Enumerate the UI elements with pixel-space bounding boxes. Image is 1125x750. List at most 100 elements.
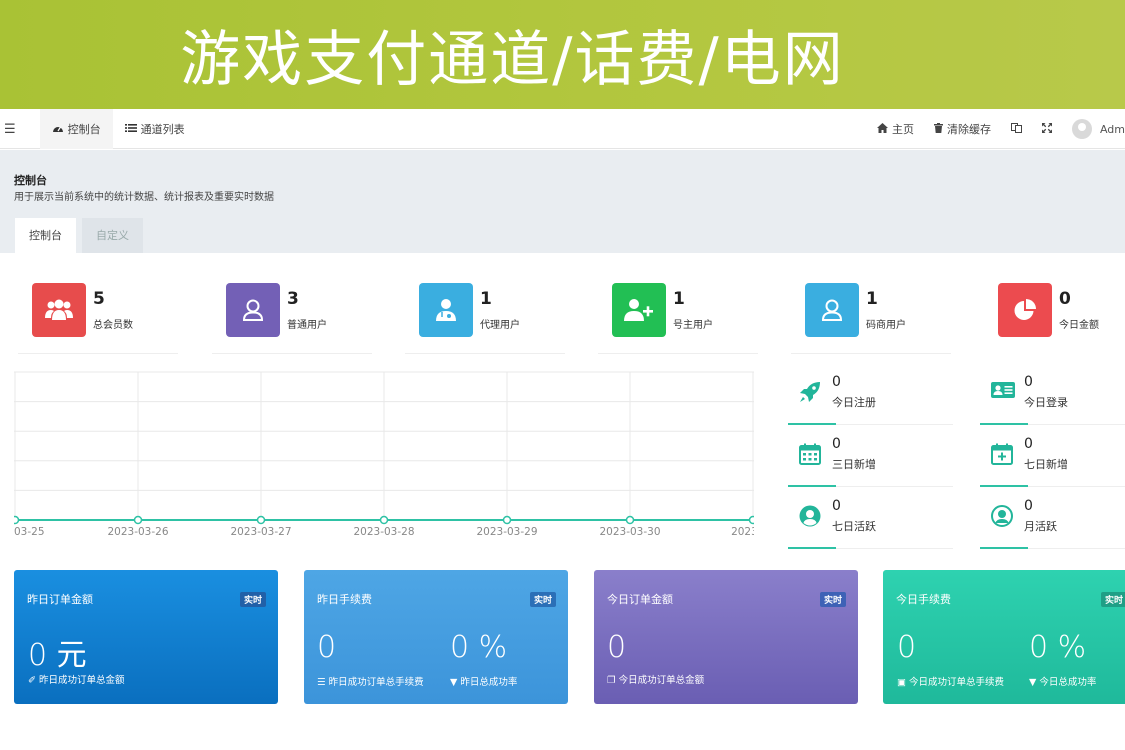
- clear-cache-button[interactable]: 清除缓存: [924, 109, 1001, 149]
- data-point: [133, 515, 143, 525]
- card-sub-label: 今日成功订单总手续费: [909, 677, 1005, 688]
- divider: [212, 353, 372, 354]
- tab-console[interactable]: 控制台: [15, 218, 76, 253]
- mini-stat-today-login: 0 今日登录: [980, 372, 1125, 425]
- magic-icon: ✐: [28, 675, 36, 686]
- data-point: [256, 515, 266, 525]
- card-sub-label: 今日成功订单总金额: [618, 675, 705, 686]
- stat-value: 1: [866, 289, 878, 309]
- mini-value: 0: [832, 436, 841, 452]
- card-rate: 0 %: [450, 630, 508, 665]
- clone-icon: ❐: [607, 675, 616, 686]
- mini-stat-today-register: 0 今日注册: [788, 372, 953, 425]
- user-plus-icon: [612, 283, 666, 337]
- stat-value: 1: [480, 289, 492, 309]
- header-tabs: 控制台 自定义: [15, 218, 143, 253]
- top-navbar: ☰ 控制台 通道列表 主页 清除缓存 Adm: [0, 109, 1125, 149]
- x-tick-label: 2023-03: [731, 526, 754, 538]
- stat-total-members: 5 总会员数: [18, 283, 182, 354]
- stat-label: 号主用户: [673, 320, 713, 331]
- user-doctor-icon: [419, 283, 473, 337]
- calendar-plus-icon: [990, 442, 1014, 466]
- card-title: 昨日订单金额: [27, 593, 93, 606]
- card-rate: 0 %: [1029, 630, 1087, 665]
- divider: [788, 547, 953, 549]
- mini-label: 七日新增: [1024, 458, 1068, 471]
- page-subtitle: 用于展示当前系统中的统计数据、统计报表及重要实时数据: [14, 192, 274, 203]
- home-icon: [876, 122, 888, 136]
- stat-today-amount: 0 今日金额: [998, 283, 1125, 353]
- tab-channel-list-label: 通道列表: [140, 123, 185, 136]
- divider: [791, 353, 951, 354]
- user-menu[interactable]: Adm: [1062, 109, 1125, 149]
- x-tick-label: 2023-03-29: [476, 526, 537, 538]
- registration-line-chart: 03-25 2023-03-26 2023-03-27 2023-03-28 2023-…: [14, 371, 754, 538]
- content-header: 控制台 用于展示当前系统中的统计数据、统计报表及重要实时数据 控制台 自定义: [0, 150, 1125, 253]
- divider: [788, 423, 953, 425]
- divider: [980, 423, 1125, 425]
- page-title: 控制台: [14, 174, 47, 187]
- card-sub: ☰ 昨日成功订单总手续费: [317, 674, 427, 691]
- divider: [788, 485, 953, 487]
- card-yesterday-order-amount: 昨日订单金额 实时 0 元 ✐ 昨日成功订单总金额: [14, 570, 278, 704]
- rocket-icon: [798, 380, 822, 404]
- tab-channel-list[interactable]: 通道列表: [113, 109, 197, 149]
- tab-dashboard[interactable]: 控制台: [39, 109, 113, 149]
- card-title: 今日订单金额: [607, 593, 673, 606]
- trash-icon: [933, 122, 943, 136]
- home-link[interactable]: 主页: [867, 109, 924, 149]
- data-point: [748, 515, 754, 525]
- card-title: 昨日手续费: [317, 593, 372, 606]
- filter-icon: ▼: [450, 677, 458, 688]
- stat-normal-users: 3 普通用户: [212, 283, 376, 354]
- banner: 游戏支付通道/话费/电网: [0, 0, 1125, 109]
- users-icon: [32, 283, 86, 337]
- clear-cache-label: 清除缓存: [946, 123, 991, 136]
- tab-custom[interactable]: 自定义: [82, 218, 143, 253]
- realtime-badge: 实时: [239, 592, 266, 607]
- mini-label: 三日新增: [832, 458, 876, 471]
- x-tick-label: 2023-03-30: [599, 526, 660, 538]
- stat-merchant-users: 1 码商用户: [791, 283, 955, 354]
- mini-value: 0: [1024, 436, 1033, 452]
- card-sub2-label: 今日总成功率: [1039, 677, 1097, 688]
- card-value: 0 元: [28, 638, 87, 673]
- x-tick-label: 2023-03-28: [353, 526, 414, 538]
- realtime-badge: 实时: [819, 592, 846, 607]
- dashboard-icon: [52, 123, 64, 136]
- card-sub-label: 昨日成功订单总手续费: [328, 677, 424, 688]
- stat-value: 3: [287, 289, 299, 309]
- x-tick-label: 2023-03-27: [230, 526, 291, 538]
- card-sub-label: 昨日成功订单总金额: [39, 675, 125, 686]
- menu-toggle[interactable]: ☰: [0, 109, 22, 149]
- x-tick-label: 03-25: [14, 526, 45, 538]
- user-circle-o-icon: [990, 504, 1014, 528]
- user-name: Adm: [1099, 122, 1125, 136]
- mini-stat-seven-day-active: 0 七日活跃: [788, 496, 953, 549]
- card-yesterday-fee: 昨日手续费 实时 0 0 % ☰ 昨日成功订单总手续费 ▼ 昨日总成功率: [304, 570, 568, 704]
- stat-agent-users: 1 代理用户: [405, 283, 569, 354]
- translate-button[interactable]: [1001, 109, 1032, 149]
- divider: [980, 485, 1125, 487]
- card-value: 0: [607, 630, 627, 665]
- stat-owner-users: 1 号主用户: [598, 283, 762, 354]
- card-today-fee: 今日手续费 实时 0 0 % ▣ 今日成功订单总手续费 ▼ 今日总成功率: [883, 570, 1125, 704]
- home-label: 主页: [891, 123, 914, 136]
- mini-label: 今日登录: [1024, 396, 1068, 409]
- stat-value: 5: [93, 289, 105, 309]
- mini-label: 今日注册: [832, 396, 876, 409]
- mini-value: 0: [832, 498, 841, 514]
- pie-chart-icon: [998, 283, 1052, 337]
- stat-label: 码商用户: [866, 320, 906, 331]
- list-icon: [124, 123, 137, 136]
- translate-icon: [1010, 122, 1022, 136]
- divider: [405, 353, 565, 354]
- avatar: [1071, 119, 1092, 139]
- stat-value: 0: [1059, 289, 1071, 309]
- realtime-badge: 实时: [529, 592, 556, 607]
- filter-icon: ▼: [1029, 677, 1037, 688]
- data-point: [379, 515, 389, 525]
- menu-icon: ☰: [4, 121, 16, 137]
- stat-label: 今日金额: [1059, 320, 1099, 331]
- fullscreen-button[interactable]: [1032, 109, 1062, 149]
